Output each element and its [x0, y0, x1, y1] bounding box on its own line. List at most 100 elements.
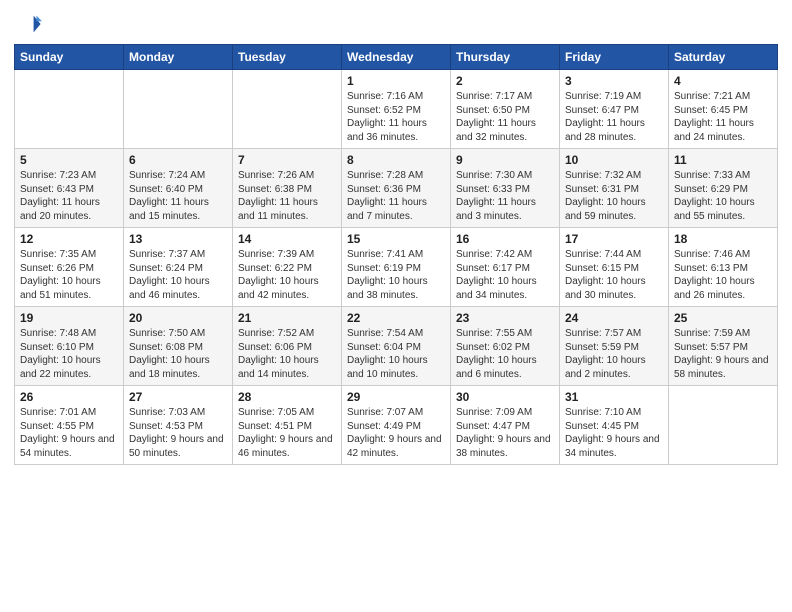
calendar-cell: 6 Sunrise: 7:24 AM Sunset: 6:40 PM Daylig… — [124, 149, 233, 228]
calendar-table: SundayMondayTuesdayWednesdayThursdayFrid… — [14, 44, 778, 465]
day-content: Sunrise: 7:44 AM Sunset: 6:15 PM Dayligh… — [565, 248, 663, 302]
day-content: Sunrise: 7:46 AM Sunset: 6:13 PM Dayligh… — [674, 248, 772, 302]
day-number: 2 — [456, 74, 554, 88]
day-number: 6 — [129, 153, 227, 167]
calendar-cell: 13Sunrise: 7:37 AM Sunset: 6:24 PM Dayli… — [124, 228, 233, 307]
day-number: 11 — [674, 153, 772, 167]
day-number: 25 — [674, 311, 772, 325]
calendar-week-row: 12 Sunrise: 7:35 AM Sunset: 6:26 PM Dayli… — [15, 228, 778, 307]
day-content: Sunrise: 7:39 AM Sunset: 6:22 PM Dayligh… — [238, 248, 336, 302]
calendar-cell — [124, 70, 233, 149]
day-content: Sunrise: 7:10 AM Sunset: 4:45 PM Dayligh… — [565, 406, 663, 460]
day-content: Sunrise: 7:57 AM Sunset: 5:59 PM Dayligh… — [565, 327, 663, 381]
calendar-cell: 27 Sunrise: 7:03 AM Sunset: 4:53 PM Dayli… — [124, 386, 233, 465]
day-content: Sunrise: 7:03 AM Sunset: 4:53 PM Dayligh… — [129, 406, 227, 460]
day-number: 10 — [565, 153, 663, 167]
day-content: Sunrise: 7:07 AM Sunset: 4:49 PM Dayligh… — [347, 406, 445, 460]
calendar-cell: 19 Sunrise: 7:48 AM Sunset: 6:10 PM Dayli… — [15, 307, 124, 386]
day-content: Sunrise: 7:30 AM Sunset: 6:33 PM Dayligh… — [456, 169, 554, 223]
day-content: Sunrise: 7:42 AM Sunset: 6:17 PM Dayligh… — [456, 248, 554, 302]
day-number: 17 — [565, 232, 663, 246]
calendar-cell: 2Sunrise: 7:17 AM Sunset: 6:50 PM Daylig… — [451, 70, 560, 149]
day-number: 14 — [238, 232, 336, 246]
day-content: Sunrise: 7:09 AM Sunset: 4:47 PM Dayligh… — [456, 406, 554, 460]
calendar-cell: 15 Sunrise: 7:41 AM Sunset: 6:19 PM Dayli… — [342, 228, 451, 307]
day-number: 8 — [347, 153, 445, 167]
day-number: 29 — [347, 390, 445, 404]
day-number: 1 — [347, 74, 445, 88]
day-content: Sunrise: 7:52 AM Sunset: 6:06 PM Dayligh… — [238, 327, 336, 381]
calendar-cell: 11Sunrise: 7:33 AM Sunset: 6:29 PM Dayli… — [669, 149, 778, 228]
calendar-cell: 1 Sunrise: 7:16 AM Sunset: 6:52 PM Daylig… — [342, 70, 451, 149]
day-number: 23 — [456, 311, 554, 325]
day-number: 16 — [456, 232, 554, 246]
day-number: 24 — [565, 311, 663, 325]
day-number: 4 — [674, 74, 772, 88]
day-number: 15 — [347, 232, 445, 246]
day-content: Sunrise: 7:05 AM Sunset: 4:51 PM Dayligh… — [238, 406, 336, 460]
day-number: 7 — [238, 153, 336, 167]
calendar-cell — [15, 70, 124, 149]
calendar-week-row: 19 Sunrise: 7:48 AM Sunset: 6:10 PM Dayli… — [15, 307, 778, 386]
day-number: 20 — [129, 311, 227, 325]
day-content: Sunrise: 7:23 AM Sunset: 6:43 PM Dayligh… — [20, 169, 118, 223]
weekday-header-wednesday: Wednesday — [342, 45, 451, 70]
day-content: Sunrise: 7:16 AM Sunset: 6:52 PM Dayligh… — [347, 90, 445, 144]
calendar-cell: 31 Sunrise: 7:10 AM Sunset: 4:45 PM Dayli… — [560, 386, 669, 465]
day-content: Sunrise: 7:24 AM Sunset: 6:40 PM Dayligh… — [129, 169, 227, 223]
calendar-cell: 14 Sunrise: 7:39 AM Sunset: 6:22 PM Dayli… — [233, 228, 342, 307]
calendar-cell: 8 Sunrise: 7:28 AM Sunset: 6:36 PM Daylig… — [342, 149, 451, 228]
day-number: 22 — [347, 311, 445, 325]
calendar-week-row: 5 Sunrise: 7:23 AM Sunset: 6:43 PM Daylig… — [15, 149, 778, 228]
day-content: Sunrise: 7:28 AM Sunset: 6:36 PM Dayligh… — [347, 169, 445, 223]
day-content: Sunrise: 7:48 AM Sunset: 6:10 PM Dayligh… — [20, 327, 118, 381]
calendar-cell: 28 Sunrise: 7:05 AM Sunset: 4:51 PM Dayli… — [233, 386, 342, 465]
weekday-header-monday: Monday — [124, 45, 233, 70]
day-number: 27 — [129, 390, 227, 404]
calendar-header-row: SundayMondayTuesdayWednesdayThursdayFrid… — [15, 45, 778, 70]
day-content: Sunrise: 7:21 AM Sunset: 6:45 PM Dayligh… — [674, 90, 772, 144]
logo-icon — [14, 10, 42, 38]
weekday-header-sunday: Sunday — [15, 45, 124, 70]
weekday-header-thursday: Thursday — [451, 45, 560, 70]
calendar-cell: 16 Sunrise: 7:42 AM Sunset: 6:17 PM Dayli… — [451, 228, 560, 307]
day-number: 3 — [565, 74, 663, 88]
calendar-cell: 30 Sunrise: 7:09 AM Sunset: 4:47 PM Dayli… — [451, 386, 560, 465]
calendar-cell: 17 Sunrise: 7:44 AM Sunset: 6:15 PM Dayli… — [560, 228, 669, 307]
calendar-week-row: 1 Sunrise: 7:16 AM Sunset: 6:52 PM Daylig… — [15, 70, 778, 149]
calendar-cell: 18 Sunrise: 7:46 AM Sunset: 6:13 PM Dayli… — [669, 228, 778, 307]
day-number: 28 — [238, 390, 336, 404]
day-number: 30 — [456, 390, 554, 404]
day-number: 19 — [20, 311, 118, 325]
calendar-week-row: 26Sunrise: 7:01 AM Sunset: 4:55 PM Dayli… — [15, 386, 778, 465]
day-number: 26 — [20, 390, 118, 404]
day-number: 18 — [674, 232, 772, 246]
day-number: 31 — [565, 390, 663, 404]
calendar-cell: 12 Sunrise: 7:35 AM Sunset: 6:26 PM Dayli… — [15, 228, 124, 307]
day-content: Sunrise: 7:26 AM Sunset: 6:38 PM Dayligh… — [238, 169, 336, 223]
day-number: 21 — [238, 311, 336, 325]
day-content: Sunrise: 7:37 AM Sunset: 6:24 PM Dayligh… — [129, 248, 227, 302]
day-content: Sunrise: 7:55 AM Sunset: 6:02 PM Dayligh… — [456, 327, 554, 381]
page-container: SundayMondayTuesdayWednesdayThursdayFrid… — [0, 0, 792, 473]
calendar-cell: 4 Sunrise: 7:21 AM Sunset: 6:45 PM Daylig… — [669, 70, 778, 149]
calendar-cell — [233, 70, 342, 149]
day-content: Sunrise: 7:35 AM Sunset: 6:26 PM Dayligh… — [20, 248, 118, 302]
day-content: Sunrise: 7:50 AM Sunset: 6:08 PM Dayligh… — [129, 327, 227, 381]
day-content: Sunrise: 7:19 AM Sunset: 6:47 PM Dayligh… — [565, 90, 663, 144]
calendar-cell: 25Sunrise: 7:59 AM Sunset: 5:57 PM Dayli… — [669, 307, 778, 386]
day-content: Sunrise: 7:54 AM Sunset: 6:04 PM Dayligh… — [347, 327, 445, 381]
calendar-cell: 29 Sunrise: 7:07 AM Sunset: 4:49 PM Dayli… — [342, 386, 451, 465]
weekday-header-friday: Friday — [560, 45, 669, 70]
calendar-cell: 3 Sunrise: 7:19 AM Sunset: 6:47 PM Daylig… — [560, 70, 669, 149]
calendar-cell: 10Sunrise: 7:32 AM Sunset: 6:31 PM Dayli… — [560, 149, 669, 228]
calendar-cell: 26Sunrise: 7:01 AM Sunset: 4:55 PM Dayli… — [15, 386, 124, 465]
calendar-cell: 22 Sunrise: 7:54 AM Sunset: 6:04 PM Dayli… — [342, 307, 451, 386]
calendar-cell: 21 Sunrise: 7:52 AM Sunset: 6:06 PM Dayli… — [233, 307, 342, 386]
weekday-header-saturday: Saturday — [669, 45, 778, 70]
day-number: 5 — [20, 153, 118, 167]
calendar-cell: 9 Sunrise: 7:30 AM Sunset: 6:33 PM Daylig… — [451, 149, 560, 228]
day-content: Sunrise: 7:41 AM Sunset: 6:19 PM Dayligh… — [347, 248, 445, 302]
day-number: 9 — [456, 153, 554, 167]
day-number: 12 — [20, 232, 118, 246]
